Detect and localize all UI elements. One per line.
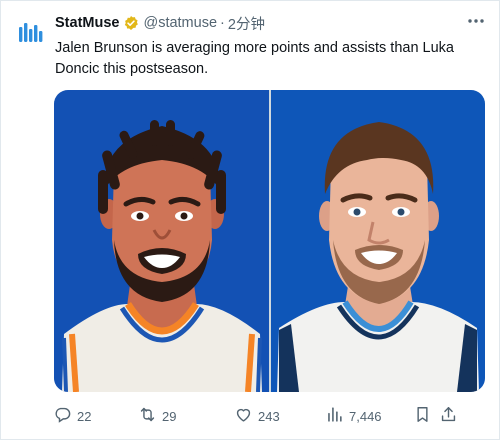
tweet-actions: 22 29 243 7,446 (47, 403, 491, 429)
statmuse-logo-icon (19, 23, 43, 42)
tweet-card: StatMuse @statmuse · 2分钟 Jalen Brunson i… (0, 0, 500, 440)
retweet-count: 29 (162, 408, 177, 424)
tweet-media[interactable] (54, 90, 485, 392)
like-icon (234, 405, 253, 427)
share-icon (439, 405, 458, 427)
views-icon (325, 405, 344, 427)
verified-badge-icon (123, 15, 139, 31)
views-count: 7,446 (349, 408, 382, 424)
like-count: 243 (258, 408, 280, 424)
views-button[interactable]: 7,446 (325, 403, 382, 429)
bookmark-icon (413, 405, 432, 427)
retweet-icon (138, 405, 157, 427)
reply-icon (53, 405, 72, 427)
like-button[interactable]: 243 (234, 403, 280, 429)
reply-count: 22 (77, 408, 92, 424)
tweet-header: StatMuse @statmuse · 2分钟 (55, 12, 265, 34)
author-handle[interactable]: @statmuse (143, 15, 217, 31)
bookmark-button[interactable] (413, 403, 432, 429)
tweet-text: Jalen Brunson is averaging more points a… (55, 40, 454, 77)
author-name[interactable]: StatMuse (55, 15, 119, 31)
separator-dot: · (220, 15, 225, 31)
tweet-timestamp[interactable]: 2分钟 (228, 13, 265, 34)
more-icon[interactable] (461, 13, 491, 33)
avatar[interactable] (14, 17, 48, 51)
retweet-button[interactable]: 29 (138, 403, 176, 429)
reply-button[interactable]: 22 (53, 403, 91, 429)
share-button[interactable] (439, 403, 458, 429)
brunson-illustration[interactable] (54, 90, 269, 392)
doncic-illustration[interactable] (271, 90, 485, 392)
